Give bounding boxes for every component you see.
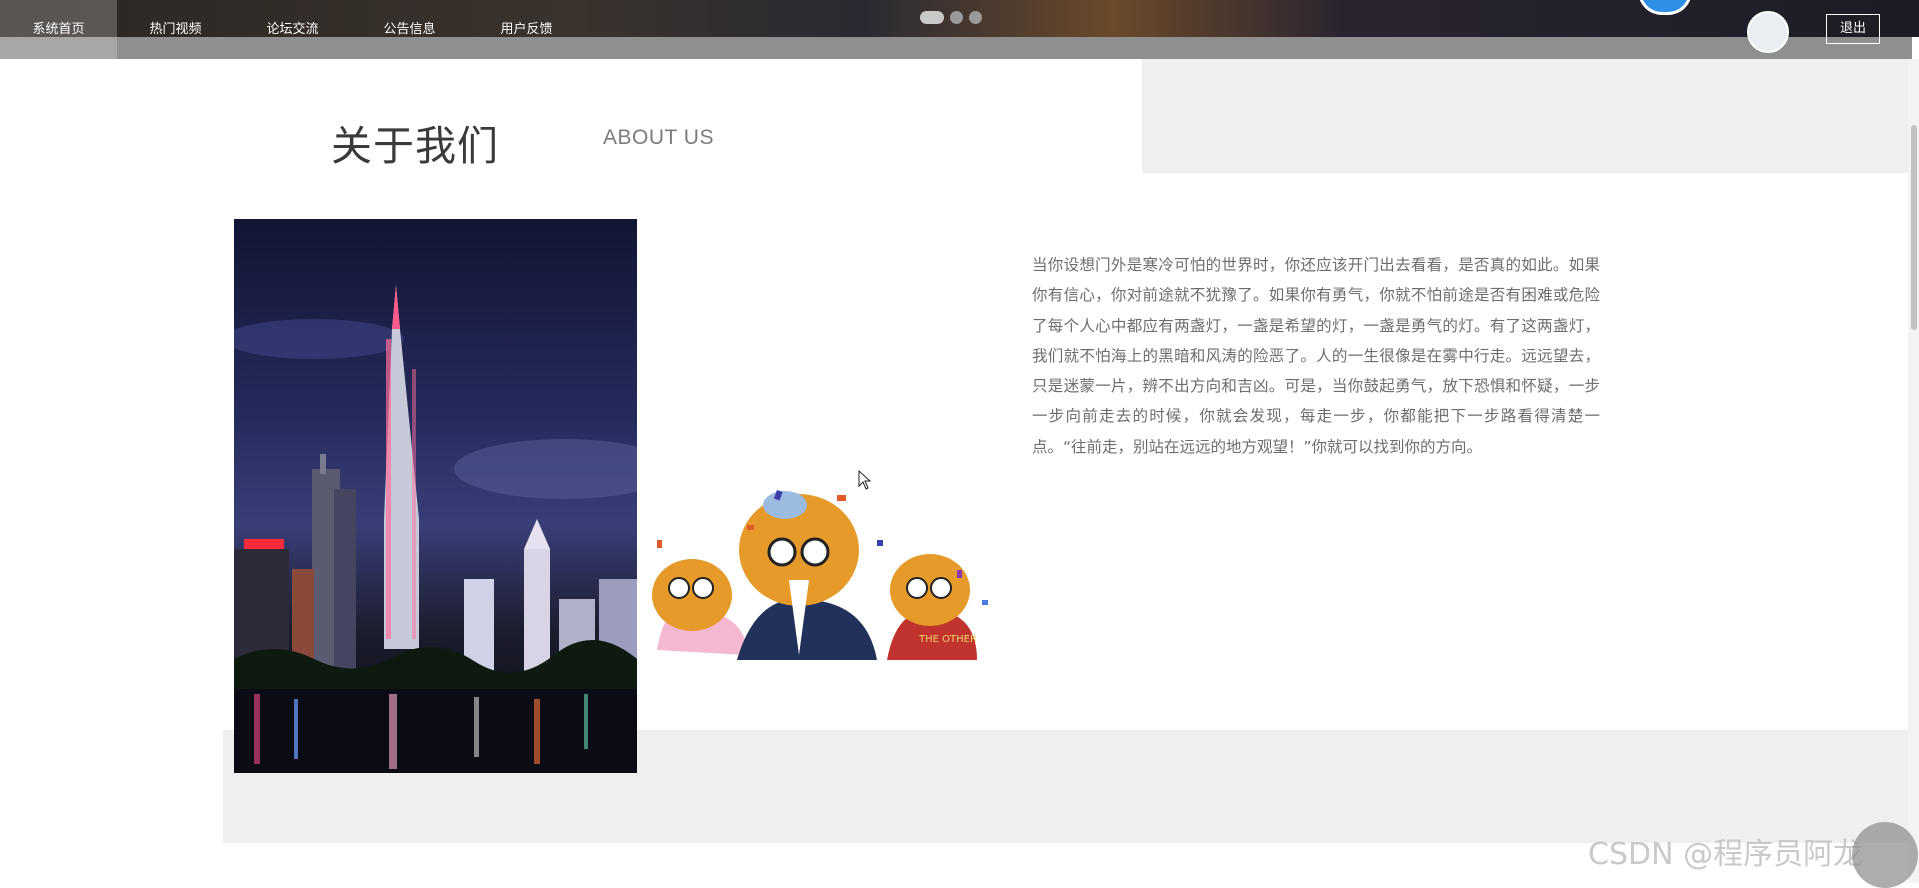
- sticker-shirt-text: THE OTHER: [918, 634, 977, 645]
- scrollbar-thumb[interactable]: [1911, 125, 1917, 330]
- nav-item-announcements[interactable]: 公告信息: [351, 0, 468, 59]
- decor-block-top-right: [1142, 59, 1919, 173]
- about-paragraph: 当你设想门外是寒冷可怕的世界时，你还应该开门出去看看，是否真的如此。如果你有信心…: [1032, 256, 1600, 456]
- user-avatar[interactable]: [1747, 11, 1789, 53]
- main-nav: 系统首页 热门视频 论坛交流 公告信息 用户反馈: [0, 0, 585, 59]
- carousel-dots: [920, 11, 982, 24]
- carousel-dot-2[interactable]: [950, 11, 963, 24]
- about-title-en: ABOUT US: [603, 126, 714, 149]
- about-title-cn: 关于我们: [331, 122, 499, 170]
- csdn-watermark: CSDN @程序员阿龙: [1588, 837, 1864, 872]
- bear-stickers-illustration: THE OTHER: [637, 470, 1007, 660]
- logout-button[interactable]: 退出: [1826, 14, 1880, 44]
- nav-item-home[interactable]: 系统首页: [0, 0, 117, 59]
- back-to-top-button[interactable]: [1852, 822, 1918, 888]
- carousel-dot-1[interactable]: [920, 11, 944, 24]
- city-night-photo: [234, 219, 637, 773]
- carousel-dot-3[interactable]: [969, 11, 982, 24]
- nav-item-forum[interactable]: 论坛交流: [234, 0, 351, 59]
- nav-item-feedback[interactable]: 用户反馈: [468, 0, 585, 59]
- nav-item-hot-videos[interactable]: 热门视频: [117, 0, 234, 59]
- mouse-cursor-icon: [858, 469, 872, 494]
